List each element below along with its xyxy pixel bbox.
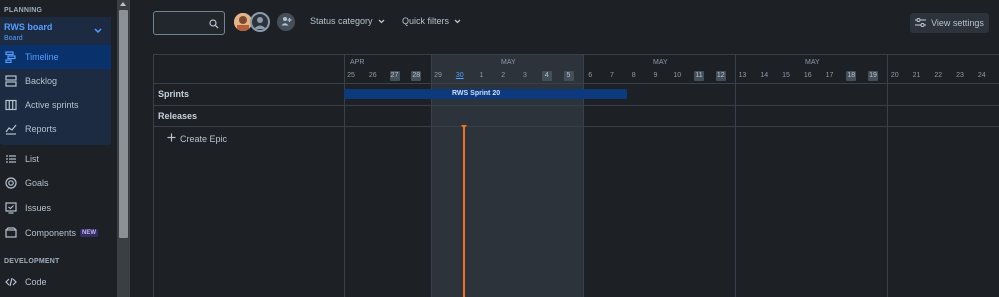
sidebar-item-label: Backlog <box>25 76 58 86</box>
day-label: 8 <box>631 72 636 79</box>
month-label: APR <box>350 59 365 66</box>
view-settings-button[interactable]: View settings <box>910 13 989 33</box>
day-label: 29 <box>434 72 442 79</box>
day-label: 12 <box>715 71 726 81</box>
day-label: 4 <box>541 71 552 81</box>
releases-row-label: Releases <box>158 111 198 121</box>
code-icon <box>5 276 17 288</box>
reports-icon <box>5 123 17 135</box>
board-switcher[interactable]: RWS board Board <box>0 17 111 42</box>
sidebar: PLANNING RWS board Board Timeline Backlo… <box>0 0 117 297</box>
sidebar-item-label: List <box>25 154 40 164</box>
day-label: 28 <box>411 71 422 81</box>
day-label: 21 <box>912 72 921 79</box>
day-label: 14 <box>760 72 769 79</box>
sidebar-scrollbar[interactable] <box>117 0 130 297</box>
sidebar-item-label: Goals <box>25 178 49 188</box>
month-label: MAY <box>501 59 516 66</box>
add-person-icon <box>281 15 292 29</box>
day-label: 6 <box>588 72 593 79</box>
create-epic-button[interactable]: Create Epic <box>167 133 227 144</box>
sidebar-item-label: Reports <box>25 124 57 134</box>
sprint-bar[interactable]: RWS Sprint 20 <box>344 89 627 99</box>
sidebar-item-label: Components <box>25 228 77 238</box>
sidebar-item-reports[interactable]: Reports <box>0 117 111 141</box>
day-label: 13 <box>738 72 747 79</box>
sidebar-item-issues[interactable]: Issues <box>0 196 111 220</box>
sidebar-item-label: Issues <box>25 203 52 213</box>
view-settings-label: View settings <box>931 18 984 28</box>
sidebar-item-active-sprints[interactable]: Active sprints <box>0 93 111 117</box>
status-category-dropdown[interactable]: Status category <box>310 16 385 26</box>
active-sprints-icon <box>5 99 17 111</box>
day-label: 19 <box>868 71 878 81</box>
month-label: MAY <box>653 59 668 66</box>
today-line <box>463 126 465 297</box>
board-title: RWS board <box>4 22 53 32</box>
search-icon <box>209 18 219 32</box>
sidebar-item-code[interactable]: Code <box>0 270 111 294</box>
sidebar-item-timeline[interactable]: Timeline <box>0 45 111 69</box>
scroll-up-icon[interactable] <box>120 2 126 6</box>
quick-filters-dropdown[interactable]: Quick filters <box>402 16 461 26</box>
day-label: 18 <box>846 71 857 81</box>
day-label: 10 <box>673 72 682 79</box>
chevron-down-icon <box>454 16 461 26</box>
day-label: 27 <box>389 71 400 81</box>
month-label: MAY <box>805 59 820 66</box>
timeline-icon <box>5 51 17 63</box>
sidebar-item-backlog[interactable]: Backlog <box>0 69 111 93</box>
components-icon <box>5 227 17 239</box>
planning-section-label: PLANNING <box>4 7 43 14</box>
day-label: 5 <box>563 71 574 81</box>
list-icon <box>5 153 17 165</box>
avatar[interactable] <box>250 12 270 32</box>
timeline-grid: APR MAY MAY MAY 25 26 27 28 29 30 1 2 3 4 5 6 7 8 9 10 1… <box>153 54 999 297</box>
chevron-down-icon <box>94 27 102 36</box>
issues-icon <box>5 202 17 214</box>
sidebar-item-list[interactable]: List <box>0 147 111 171</box>
quick-filters-label: Quick filters <box>402 16 450 26</box>
day-label: 7 <box>610 72 614 79</box>
day-label: 25 <box>347 72 355 79</box>
day-label: 15 <box>782 72 790 79</box>
day-label: 3 <box>523 72 527 79</box>
day-label: 11 <box>694 71 704 81</box>
day-label: 1 <box>479 72 484 79</box>
day-label: 23 <box>956 72 964 79</box>
search-input[interactable] <box>153 11 225 35</box>
add-people-button[interactable] <box>277 13 295 31</box>
sprint-bar-label: RWS Sprint 20 <box>452 90 501 97</box>
sidebar-item-label: Code <box>25 277 47 287</box>
board-group: RWS board Board Timeline Backlog Active … <box>0 17 111 145</box>
day-label: 24 <box>977 72 986 79</box>
day-label: 22 <box>934 72 943 79</box>
board-subtitle: Board <box>4 35 23 42</box>
scrollbar-thumb[interactable] <box>119 10 128 238</box>
backlog-icon <box>5 75 17 87</box>
sidebar-item-goals[interactable]: Goals <box>0 171 111 195</box>
day-label: 16 <box>803 72 812 79</box>
day-label: 20 <box>890 72 899 79</box>
development-section-label: DEVELOPMENT <box>4 258 60 265</box>
day-label: 9 <box>653 72 658 79</box>
sidebar-item-label: Timeline <box>25 52 59 62</box>
plus-icon <box>167 133 176 144</box>
sidebar-item-label: Active sprints <box>25 100 79 110</box>
chevron-down-icon <box>378 16 385 26</box>
create-epic-label: Create Epic <box>180 133 228 144</box>
new-badge: NEW <box>80 229 99 237</box>
goals-icon <box>5 177 17 189</box>
sidebar-item-components[interactable]: Components NEW <box>0 221 111 245</box>
status-category-label: Status category <box>310 16 373 26</box>
settings-sliders-icon <box>915 17 927 29</box>
day-label: 17 <box>825 72 834 79</box>
sprints-row-label: Sprints <box>158 89 190 99</box>
day-label: 2 <box>501 72 506 79</box>
day-label: 30 <box>455 72 464 79</box>
day-label: 26 <box>368 72 377 79</box>
